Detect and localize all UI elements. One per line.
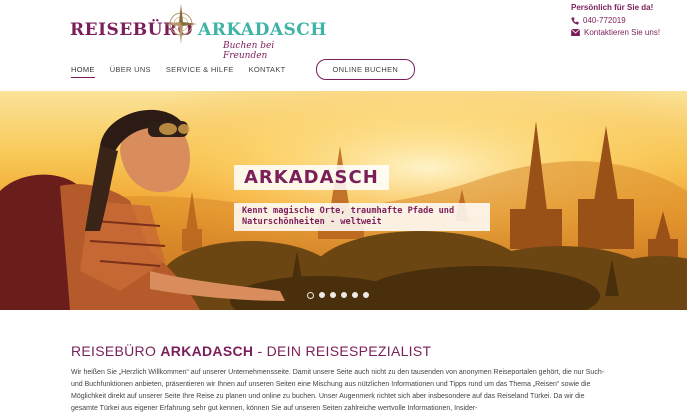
nav-item-ueber-uns[interactable]: ÜBER UNS: [110, 65, 151, 77]
phone-link[interactable]: 040-772019: [571, 16, 660, 25]
hero-image: [0, 91, 687, 310]
slider-dot-3[interactable]: [330, 292, 336, 298]
hero-slider[interactable]: ARKADASCH Kennt magische Orte, traumhaft…: [0, 91, 687, 310]
section-title-suffix: - DEIN REISESPEZIALIST: [253, 343, 432, 359]
logo[interactable]: REISEBÜRO ARKADASCH Buchen bei Freunden: [70, 2, 326, 61]
slider-dot-1[interactable]: [307, 292, 314, 299]
email-label: Kontaktieren Sie uns!: [584, 28, 661, 37]
logo-tagline: Buchen bei Freunden: [223, 41, 275, 61]
main-nav: HOME ÜBER UNS SERVICE & HILFE KONTAKT ON…: [71, 59, 416, 80]
hero-subtitle: Kennt magische Orte, traumhafte Pfade un…: [234, 203, 490, 231]
slider-dot-5[interactable]: [352, 292, 358, 298]
slider-dot-4[interactable]: [341, 292, 347, 298]
compass-icon: [165, 4, 197, 44]
intro-section: REISEBÜRO ARKADASCH - DEIN REISESPEZIALI…: [0, 310, 687, 412]
section-title-bold: ARKADASCH: [160, 343, 254, 359]
logo-text-right: ARKADASCH: [198, 20, 327, 40]
phone-icon: [571, 16, 579, 25]
slider-dot-2[interactable]: [319, 292, 325, 298]
site-header: REISEBÜRO ARKADASCH Buchen bei Freunden …: [0, 0, 687, 91]
nav-item-service-hilfe[interactable]: SERVICE & HILFE: [166, 65, 234, 77]
phone-number: 040-772019: [583, 16, 626, 25]
contact-box: Persönlich für Sie da! 040-772019 Kontak…: [571, 3, 660, 40]
slider-dot-6[interactable]: [363, 292, 369, 298]
mail-icon: [571, 29, 580, 36]
hero-title: ARKADASCH: [234, 165, 389, 190]
email-link[interactable]: Kontaktieren Sie uns!: [571, 28, 660, 37]
section-title: REISEBÜRO ARKADASCH - DEIN REISESPEZIALI…: [71, 343, 431, 359]
slider-dots: [307, 292, 369, 299]
intro-text: Wir heißen Sie „Herzlich Willkommen“ auf…: [71, 369, 605, 412]
online-buchen-button[interactable]: ONLINE BUCHEN: [315, 59, 416, 80]
section-title-prefix: REISEBÜRO: [71, 343, 157, 359]
nav-item-kontakt[interactable]: KONTAKT: [249, 65, 286, 77]
contact-title: Persönlich für Sie da!: [571, 3, 654, 12]
nav-item-home[interactable]: HOME: [71, 65, 95, 78]
